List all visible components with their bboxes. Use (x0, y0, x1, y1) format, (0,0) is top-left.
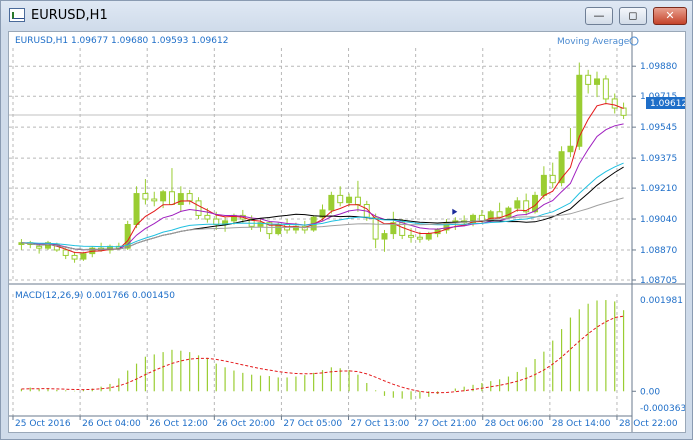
price-tick-label: 1.09040 (640, 215, 677, 225)
candle-body (71, 254, 78, 260)
candle-body (62, 249, 69, 256)
close-button[interactable]: ✕ (653, 7, 687, 25)
candle-body (142, 193, 149, 200)
candle-body (381, 233, 388, 240)
macd-tick-label: 0.00 (640, 387, 660, 397)
price-tick-label: 1.09210 (640, 184, 677, 194)
candle-body (425, 233, 432, 240)
macd-header: MACD(12,26,9) 0.001766 0.001450 (15, 291, 175, 301)
price-tick-label: 1.09375 (640, 154, 677, 164)
candle-body (346, 196, 353, 204)
candle-body (585, 74, 592, 85)
candle-body (620, 107, 627, 116)
candle-body (186, 193, 193, 202)
candle-body (328, 194, 335, 211)
close-icon: ✕ (665, 9, 675, 22)
price-tick-label: 1.08870 (640, 246, 677, 256)
price-tick-label: 1.08705 (640, 276, 677, 286)
candle-body (160, 191, 167, 202)
time-tick-label: 26 Oct 12:00 (149, 419, 208, 429)
candle-body (213, 218, 220, 226)
candle-body (496, 211, 503, 218)
restore-button[interactable]: ◻ (619, 7, 647, 25)
candle-body (549, 174, 556, 184)
time-tick-label: 28 Oct 22:00 (619, 419, 678, 429)
macd-tick-label: 0.001981 (640, 296, 683, 306)
price-tick-label: 1.09545 (640, 123, 677, 133)
candle-body (204, 214, 211, 220)
candle-body (567, 145, 574, 153)
candle-body (611, 98, 618, 109)
minimize-icon: — (593, 9, 605, 22)
main-header: EURUSD,H1 1.09677 1.09680 1.09593 1.0961… (15, 36, 228, 46)
chart-window-icon (9, 8, 25, 22)
time-tick-label: 27 Oct 21:00 (418, 419, 477, 429)
title-bar[interactable]: EURUSD,H1 — ◻ ✕ (1, 1, 692, 31)
chart-window: EURUSD,H1 — ◻ ✕ 1.098801.097151.095451.0… (0, 0, 693, 440)
candle-body (275, 224, 282, 235)
time-tick-label: 27 Oct 05:00 (283, 419, 342, 429)
indicator-settings-icon[interactable] (629, 36, 639, 46)
current-price: 1.09612 (650, 99, 685, 109)
candle-body (133, 193, 140, 226)
candle-body (177, 193, 184, 205)
candle-body (416, 236, 423, 240)
time-tick-label: 27 Oct 13:00 (351, 419, 410, 429)
ma-fast-line (21, 102, 624, 254)
trade-arrow-icon (452, 208, 458, 215)
candle-body (540, 174, 547, 196)
minimize-button[interactable]: — (585, 7, 613, 25)
price-tick-label: 1.09880 (640, 62, 677, 72)
time-tick-label: 28 Oct 14:00 (552, 419, 611, 429)
window-title: EURUSD,H1 (31, 8, 108, 23)
candle-body (80, 253, 87, 260)
candle-body (372, 216, 379, 240)
time-tick-label: 26 Oct 20:00 (216, 419, 275, 429)
indicator-label[interactable]: Moving Average (557, 37, 630, 47)
candle-body (195, 200, 202, 216)
macd-tick-label: -0.000363 (640, 404, 685, 414)
time-tick-label: 25 Oct 2016 (15, 419, 71, 429)
ma-mid-line (21, 123, 624, 251)
restore-icon: ◻ (628, 9, 638, 22)
candle-body (337, 194, 344, 204)
candle-body (36, 245, 43, 249)
candle-body (602, 78, 609, 100)
candle-body (151, 198, 158, 202)
candle-body (594, 78, 601, 85)
time-tick-label: 26 Oct 04:00 (82, 419, 141, 429)
candle-body (168, 191, 175, 205)
time-tick-label: 28 Oct 06:00 (485, 419, 544, 429)
candle-body (514, 200, 521, 209)
candle-body (408, 234, 415, 238)
chart-canvas[interactable]: 1.098801.097151.095451.093751.092101.090… (9, 32, 687, 432)
candle-body (354, 196, 361, 205)
chart-area[interactable]: 1.098801.097151.095451.093751.092101.090… (8, 31, 687, 433)
